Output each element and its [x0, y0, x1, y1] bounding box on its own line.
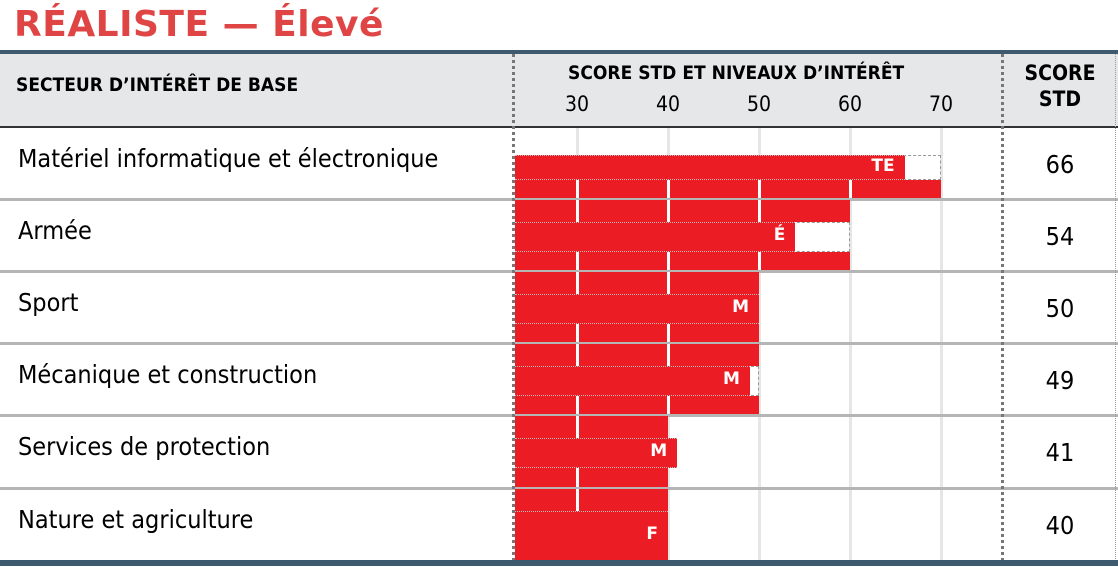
row-label: Armée [18, 216, 92, 245]
section-title: RÉALISTE — Élevé [14, 4, 384, 45]
tick-label: 70 [928, 92, 954, 116]
row-score: 50 [1045, 294, 1075, 323]
row-score: 66 [1045, 150, 1075, 179]
band-divider [758, 180, 761, 200]
tick-label: 40 [655, 92, 681, 116]
header-chart: SCORE STD ET NIVEAUX D’INTÉRÊT [568, 62, 905, 84]
band-divider [667, 252, 670, 272]
level-band [515, 272, 759, 294]
level-band [515, 200, 850, 222]
score-bar [515, 155, 905, 180]
level-band [515, 416, 668, 438]
band-divider [667, 200, 670, 222]
row-label: Sport [18, 288, 79, 317]
level-band [515, 468, 668, 489]
row-label: Services de protection [18, 432, 271, 461]
band-divider [667, 324, 670, 344]
header-divider [0, 126, 1118, 128]
band-divider [576, 344, 579, 366]
level-band [515, 489, 668, 511]
level-band [515, 324, 759, 344]
score-bar [515, 294, 759, 324]
level-letter: M [650, 441, 668, 461]
row-score: 49 [1045, 366, 1075, 395]
band-divider [849, 180, 852, 200]
tick-label: 60 [837, 92, 863, 116]
column-divider [1001, 54, 1004, 561]
band-divider [758, 200, 761, 222]
level-band [515, 396, 759, 416]
row-score: 41 [1045, 438, 1075, 467]
header-sector: SECTEUR D’INTÉRÊT DE BASE [16, 74, 299, 96]
band-divider [667, 344, 670, 366]
score-bar [515, 366, 750, 396]
band-divider [758, 252, 761, 272]
band-divider [576, 252, 579, 272]
header-score: SCORE STD [1010, 60, 1111, 112]
band-divider [576, 272, 579, 294]
column-divider [1115, 54, 1116, 561]
level-letter: É [773, 225, 786, 245]
band-divider [576, 200, 579, 222]
level-letter: M [722, 369, 740, 389]
header-score-line2: STD [1038, 87, 1082, 111]
header-score-line1: SCORE [1024, 61, 1096, 85]
score-bar [515, 511, 668, 561]
level-letter: F [646, 524, 658, 544]
band-divider [576, 489, 579, 511]
band-divider [576, 416, 579, 438]
bottom-border [0, 560, 1118, 566]
tick-label: 30 [564, 92, 590, 116]
band-divider [667, 180, 670, 200]
row-label: Mécanique et construction [18, 360, 318, 389]
level-band [515, 344, 759, 366]
band-divider [576, 324, 579, 344]
band-divider [667, 272, 670, 294]
row-label: Nature et agriculture [18, 505, 254, 534]
score-bar [515, 222, 796, 252]
band-divider [576, 396, 579, 416]
level-letter: TE [871, 155, 895, 176]
band-divider [576, 180, 579, 200]
tick-label: 50 [746, 92, 772, 116]
level-band [515, 252, 850, 272]
row-score: 54 [1045, 222, 1075, 251]
band-divider [667, 396, 670, 416]
row-score: 40 [1045, 511, 1075, 540]
column-divider [512, 54, 515, 561]
level-letter: M [732, 297, 749, 317]
row-label: Matériel informatique et électronique [18, 144, 439, 173]
band-divider [576, 468, 579, 489]
